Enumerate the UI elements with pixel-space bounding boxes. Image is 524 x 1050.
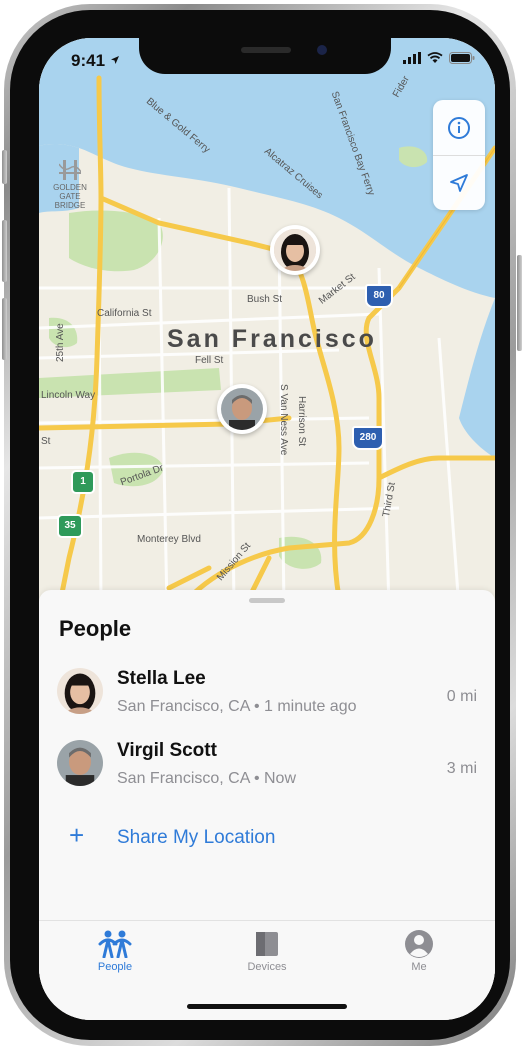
- people-icon: [98, 930, 132, 958]
- person-row-virgil-scott[interactable]: Virgil Scott San Francisco, CA • Now 3 m…: [39, 728, 495, 794]
- city-label: San Francisco: [167, 325, 377, 353]
- 25th-ave-label: 25th Ave: [55, 323, 66, 362]
- time-label: 9:41: [71, 51, 106, 70]
- sheet-title: People: [59, 616, 132, 641]
- devices-icon: [256, 932, 278, 956]
- person-location: San Francisco, CA • Now: [117, 770, 296, 787]
- tab-devices[interactable]: Devices: [191, 921, 343, 981]
- tab-people[interactable]: People: [39, 921, 191, 981]
- volume-up-button: [2, 220, 7, 282]
- sheet-grabber[interactable]: [249, 598, 285, 603]
- st-label: St: [41, 436, 51, 447]
- stella-lee-map-pin[interactable]: [270, 225, 320, 275]
- bush-st-label: Bush St: [247, 294, 283, 305]
- volume-down-button: [2, 298, 7, 360]
- home-indicator[interactable]: [187, 1004, 347, 1009]
- tab-label: Me: [411, 961, 427, 973]
- i80-shield: 80: [365, 284, 393, 308]
- status-time: 9:41: [71, 51, 120, 71]
- tab-label: Devices: [247, 961, 287, 973]
- virgil-scott-list-avatar: [57, 740, 103, 786]
- status-icons: [403, 52, 475, 64]
- share-my-location-button[interactable]: + Share My Location: [39, 816, 495, 860]
- stella-lee-list-avatar: [57, 668, 103, 714]
- location-services-icon: [110, 56, 119, 64]
- map-controls: [433, 100, 485, 210]
- golden-gate-bridge-icon: [59, 160, 81, 180]
- location-arrow-icon: [450, 173, 468, 192]
- person-row-stella-lee[interactable]: Stella Lee San Francisco, CA • 1 minute …: [39, 656, 495, 722]
- info-icon: [448, 116, 470, 139]
- notch: [139, 38, 391, 74]
- van-ness-label: S Van Ness Ave: [278, 384, 289, 456]
- golden-gate-label: GOLDEN GATE BRIDGE: [53, 183, 87, 210]
- person-circle-icon: [405, 930, 433, 958]
- front-camera: [317, 45, 327, 55]
- power-button: [517, 255, 522, 351]
- person-distance: 3 mi: [446, 760, 477, 777]
- i280-shield: 280: [352, 426, 384, 450]
- person-distance: 0 mi: [446, 688, 477, 705]
- hwy35-shield: 35: [57, 514, 83, 538]
- person-name: Stella Lee: [117, 668, 206, 689]
- tab-bar: People Devices Me: [39, 920, 495, 1020]
- map-graphic: [39, 38, 495, 608]
- stella-lee-avatar: [274, 229, 316, 271]
- person-location: San Francisco, CA • 1 minute ago: [117, 698, 357, 715]
- screen: GOLDEN GATE BRIDGE Blue & Gold Ferry Alc…: [39, 38, 495, 1020]
- tab-label: People: [97, 961, 133, 973]
- fell-st-label: Fell St: [195, 355, 224, 366]
- share-my-location-label: Share My Location: [117, 827, 276, 848]
- map-view[interactable]: GOLDEN GATE BRIDGE Blue & Gold Ferry Alc…: [39, 38, 495, 608]
- speaker: [241, 47, 291, 53]
- virgil-scott-map-pin[interactable]: [217, 384, 267, 434]
- lincoln-way-label: Lincoln Way: [41, 390, 96, 401]
- current-location-button[interactable]: [433, 155, 485, 210]
- silent-switch: [2, 150, 7, 184]
- tab-me[interactable]: Me: [343, 921, 495, 981]
- person-name: Virgil Scott: [117, 740, 217, 761]
- california-st-label: California St: [97, 308, 152, 319]
- people-sheet: People Stella Lee San Francisco, CA • 1 …: [39, 590, 495, 1020]
- cellular-signal-icon: [403, 52, 421, 64]
- hwy1-shield: 1: [71, 470, 95, 494]
- info-button[interactable]: [433, 100, 485, 155]
- battery-icon: [449, 52, 475, 64]
- harrison-st-label: Harrison St: [296, 396, 307, 447]
- plus-icon: +: [69, 820, 85, 850]
- monterey-blvd-label: Monterey Blvd: [137, 534, 201, 545]
- virgil-scott-avatar: [221, 388, 263, 430]
- wifi-icon: [427, 52, 443, 63]
